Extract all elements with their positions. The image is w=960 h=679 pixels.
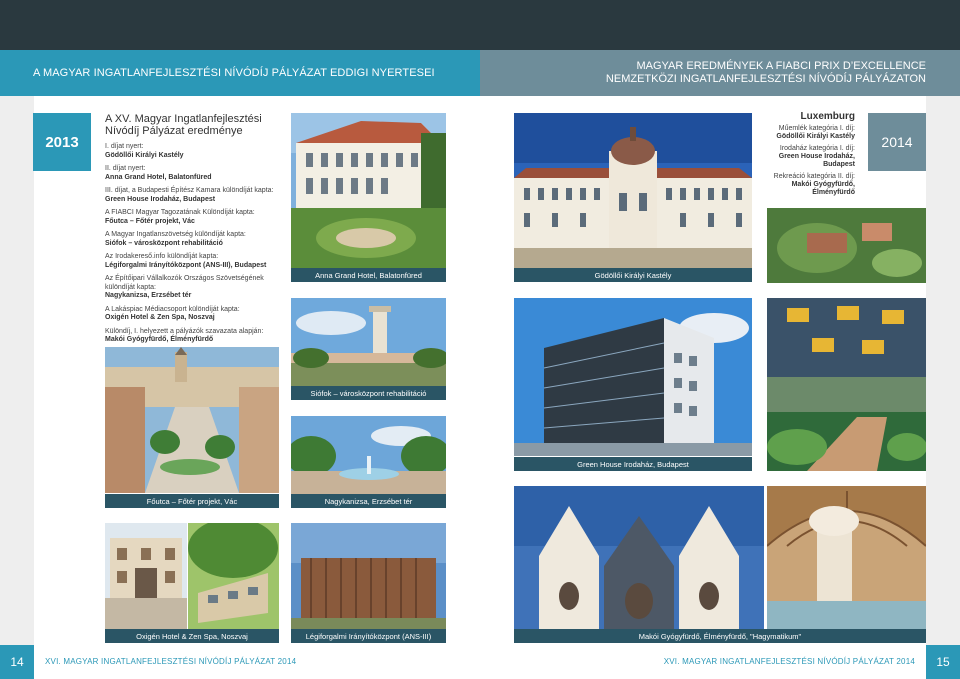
caption-oxigen-hotel: Oxigén Hotel & Zen Spa, Noszvaj <box>105 629 279 643</box>
results-text-column: A XV. Magyar Ingatlanfejlesztési Nívódíj… <box>105 113 283 350</box>
caption-mako: Makói Gyógyfürdő, Élményfürdő, "Hagymati… <box>514 629 926 643</box>
right-header-line1: MAGYAR EREDMÉNYEK A FIABCI PRIX D’EXCELL… <box>636 60 926 72</box>
page-number-right: 15 <box>926 645 960 679</box>
green-house-office-photo <box>514 298 752 456</box>
award-entry: A FIABCI Magyar Tagozatának Különdíját k… <box>105 209 255 225</box>
top-dark-bar <box>0 0 960 50</box>
award-entry: Az Irodakereső.info különdíját kapta: Lé… <box>105 253 267 269</box>
godollo-castle-photo <box>514 113 752 268</box>
caption-siofok: Siófok – városközpont rehabilitáció <box>291 386 446 400</box>
mako-bath-exterior-photo <box>514 486 764 629</box>
oxigen-hotel-photo-2 <box>188 523 279 629</box>
caption-anna-grand-hotel: Anna Grand Hotel, Balatonfüred <box>291 268 446 282</box>
fiabci-results-column: Luxemburg Műemlék kategória I. díj: Gödö… <box>760 111 855 201</box>
anna-grand-hotel-photo <box>291 113 446 268</box>
award-entry: A Magyar Ingatlanszövetség különdíját ka… <box>105 231 246 247</box>
caption-green-house: Green House Irodaház, Budapest <box>514 457 752 471</box>
right-header-line2: NEMZETKÖZI INGATLANFEJLESZTÉSI NÍVÓDÍJ P… <box>605 73 926 85</box>
award-entry: Irodaház kategória I. díj: Green House I… <box>778 145 855 168</box>
siofok-photo <box>291 298 446 386</box>
mako-bath-interior-photo <box>767 486 926 629</box>
green-house-detail-photo <box>767 298 926 377</box>
results-title: A XV. Magyar Ingatlanfejlesztési Nívódíj… <box>105 113 262 137</box>
award-entry: Műemlék kategória I. díj: Gödöllői Királ… <box>776 125 855 140</box>
location-title: Luxemburg <box>800 111 855 122</box>
green-house-garden-photo <box>767 377 926 471</box>
nagykanizsa-photo <box>291 416 446 494</box>
year-badge-2014: 2014 <box>868 113 926 171</box>
award-entry: III. díjat, a Budapesti Építész Kamara k… <box>105 187 274 203</box>
award-entry: A Lakáspiac Médiacsoport különdíját kapt… <box>105 305 240 322</box>
left-header-band: A MAGYAR INGATLANFEJLESZTÉSI NÍVÓDÍJ PÁL… <box>0 50 480 96</box>
left-header-title: A MAGYAR INGATLANFEJLESZTÉSI NÍVÓDÍJ PÁL… <box>33 67 435 79</box>
footer-text-right: XVI. MAGYAR INGATLANFEJLESZTÉSI NÍVÓDÍJ … <box>663 657 915 666</box>
caption-fotutca: Főutca – Főtér projekt, Vác <box>105 494 279 508</box>
right-header-band: MAGYAR EREDMÉNYEK A FIABCI PRIX D’EXCELL… <box>480 50 960 96</box>
left-margin-strip <box>0 96 34 679</box>
award-entry: Az Építőipari Vállalkozók Országos Szöve… <box>105 275 264 299</box>
legiforgalmi-photo <box>291 523 446 629</box>
oxigen-hotel-photo-1 <box>105 523 187 629</box>
mako-aerial-photo <box>767 208 926 283</box>
year-badge-2013: 2013 <box>33 113 91 171</box>
caption-nagykanizsa: Nagykanizsa, Erzsébet tér <box>291 494 446 508</box>
page-number-left: 14 <box>0 645 34 679</box>
award-entry: Különdíj, I. helyezett a pályázók szavaz… <box>105 327 264 344</box>
award-entry: I. díjat nyert: Gödöllői Királyi Kastély <box>105 143 184 159</box>
award-entry: II. díjat nyert: Anna Grand Hotel, Balat… <box>105 165 212 181</box>
caption-legiforgalmi: Légiforgalmi Irányítóközpont (ANS-III) <box>291 629 446 643</box>
footer-text-left: XVI. MAGYAR INGATLANFEJLESZTÉSI NÍVÓDÍJ … <box>45 657 297 666</box>
vac-main-square-photo <box>105 347 279 493</box>
caption-godollo-castle: Gödöllői Királyi Kastély <box>514 268 752 282</box>
right-margin-strip <box>926 96 960 679</box>
award-entry: Rekreáció kategória II. díj: Makói Gyógy… <box>773 173 855 196</box>
